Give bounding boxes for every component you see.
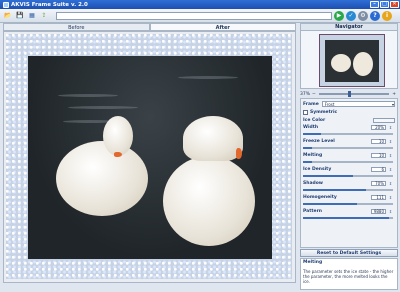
param-slider[interactable] [303,203,393,205]
window-title: AKVIS Frame Suite v. 2.0 [11,1,88,8]
run-icon[interactable]: ▶ [334,10,344,21]
param-value-input[interactable]: 6 [371,167,386,172]
param-slider[interactable] [303,161,393,163]
spinner-icon[interactable]: ⇕ [388,125,393,130]
spinner-icon[interactable]: ⇕ [388,195,393,200]
frame-select-value: Frost [324,102,335,107]
swans-photo [28,56,272,259]
param-slider-fill [303,175,353,177]
param-row: Ice Density 6 ⇕ [303,166,395,180]
param-row: Melting 10 ⇕ [303,152,395,166]
param-row: Width 20% ⇕ [303,124,395,138]
navigator-title: Navigator [301,24,397,31]
navigator-thumbnail[interactable] [319,34,385,87]
left-swan [56,141,148,216]
param-slider[interactable] [303,189,393,191]
param-value-input[interactable]: 10 [371,139,386,144]
left-swan-neck [103,116,133,156]
param-slider-fill [303,203,357,205]
ice-color-row: Ice Color [303,116,395,124]
zoom-slider[interactable] [318,91,390,97]
parameter-list: Width 20% ⇕ Freeze Level 10 ⇕ Melting 10 ⇕ Ice De… [303,124,395,222]
param-label: Melting [303,153,323,158]
batch-process-icon[interactable]: ▦ [27,11,37,21]
param-value-input[interactable]: 9880 [371,209,386,214]
spinner-icon[interactable]: ⇕ [388,153,393,158]
chevron-down-icon: ▾ [391,102,394,107]
zoom-in-icon[interactable]: + [392,92,396,97]
spinner-icon[interactable]: ⇕ [388,167,393,172]
help-icon[interactable]: ? [370,10,380,21]
left-swan-bill [114,152,122,157]
ice-color-label: Ice Color [303,117,326,123]
zoom-value: 37% [300,91,311,97]
symmetric-checkbox[interactable] [303,109,308,115]
toolbar: 📂 💾 ▦ ⇪ ▶ ✓ ⚙ ? i [0,9,400,23]
param-value-input[interactable]: 10 [371,153,386,158]
settings-icon[interactable]: ⚙ [358,10,368,21]
param-slider[interactable] [303,175,393,177]
frame-select[interactable]: Frost ▾ [321,101,395,107]
param-label: Pattern [303,209,322,214]
tab-after[interactable]: After [149,23,296,31]
title-bar: AKVIS Frame Suite v. 2.0 – □ ✕ [0,0,400,9]
frost-frame [6,34,292,279]
frame-row: Frame Frost ▾ [303,100,395,108]
help-panel: Melting The parameter sets the ice state… [300,258,398,290]
app-icon [3,1,9,8]
maximize-button[interactable]: □ [380,1,389,8]
close-button[interactable]: ✕ [390,1,399,8]
param-slider-fill [303,161,312,163]
param-row: Freeze Level 10 ⇕ [303,138,395,152]
param-slider-fill [303,147,312,149]
param-row: Homogeneity 111 ⇕ [303,194,395,208]
help-text: The parameter sets the ice state - the h… [303,269,394,284]
view-tabs: Before After [3,23,296,31]
param-slider[interactable] [303,217,393,219]
save-file-icon[interactable]: 💾 [15,11,25,21]
ice-color-swatch[interactable] [373,117,395,123]
right-swan [163,156,255,246]
right-swan-neck [183,116,243,161]
param-slider-fill [303,217,389,219]
spinner-icon[interactable]: ⇕ [388,181,393,186]
param-label: Ice Density [303,167,332,172]
symmetric-row: Symmetric [303,108,395,116]
param-slider[interactable] [303,133,393,135]
param-label: Width [303,125,319,130]
spinner-icon[interactable]: ⇕ [388,139,393,144]
param-value-input[interactable]: 111 [371,195,386,200]
zoom-row: 37% − + [300,90,398,98]
param-value-input[interactable]: 20% [371,125,386,130]
param-label: Homogeneity [303,195,337,200]
param-row: Pattern 9880 ⇕ [303,208,395,222]
param-slider-fill [303,133,321,135]
tab-before[interactable]: Before [3,23,150,31]
help-title: Melting [303,260,323,265]
reset-button[interactable]: Reset to Default Settings [300,249,398,257]
apply-icon[interactable]: ✓ [346,10,356,21]
image-canvas[interactable] [3,31,296,283]
param-label: Shadow [303,181,323,186]
frame-label: Frame [303,101,319,107]
navigator-panel: Navigator [300,23,398,89]
file-path-input[interactable] [56,11,332,20]
param-row: Shadow 70% ⇕ [303,180,395,194]
right-swan-bill [236,148,242,159]
zoom-out-icon[interactable]: − [312,92,316,97]
param-label: Freeze Level [303,139,335,144]
param-value-input[interactable]: 70% [371,181,386,186]
minimize-button[interactable]: – [370,1,379,8]
open-file-icon[interactable]: 📂 [3,11,13,21]
settings-panel: Frame Frost ▾ Symmetric Ice Color Width 2… [300,98,398,248]
param-slider-fill [303,189,366,191]
spinner-icon[interactable]: ⇕ [388,209,393,214]
info-icon[interactable]: i [382,10,392,21]
share-icon[interactable]: ⇪ [39,11,49,21]
param-slider[interactable] [303,147,393,149]
zoom-knob[interactable] [348,91,352,97]
symmetric-label: Symmetric [310,109,338,115]
